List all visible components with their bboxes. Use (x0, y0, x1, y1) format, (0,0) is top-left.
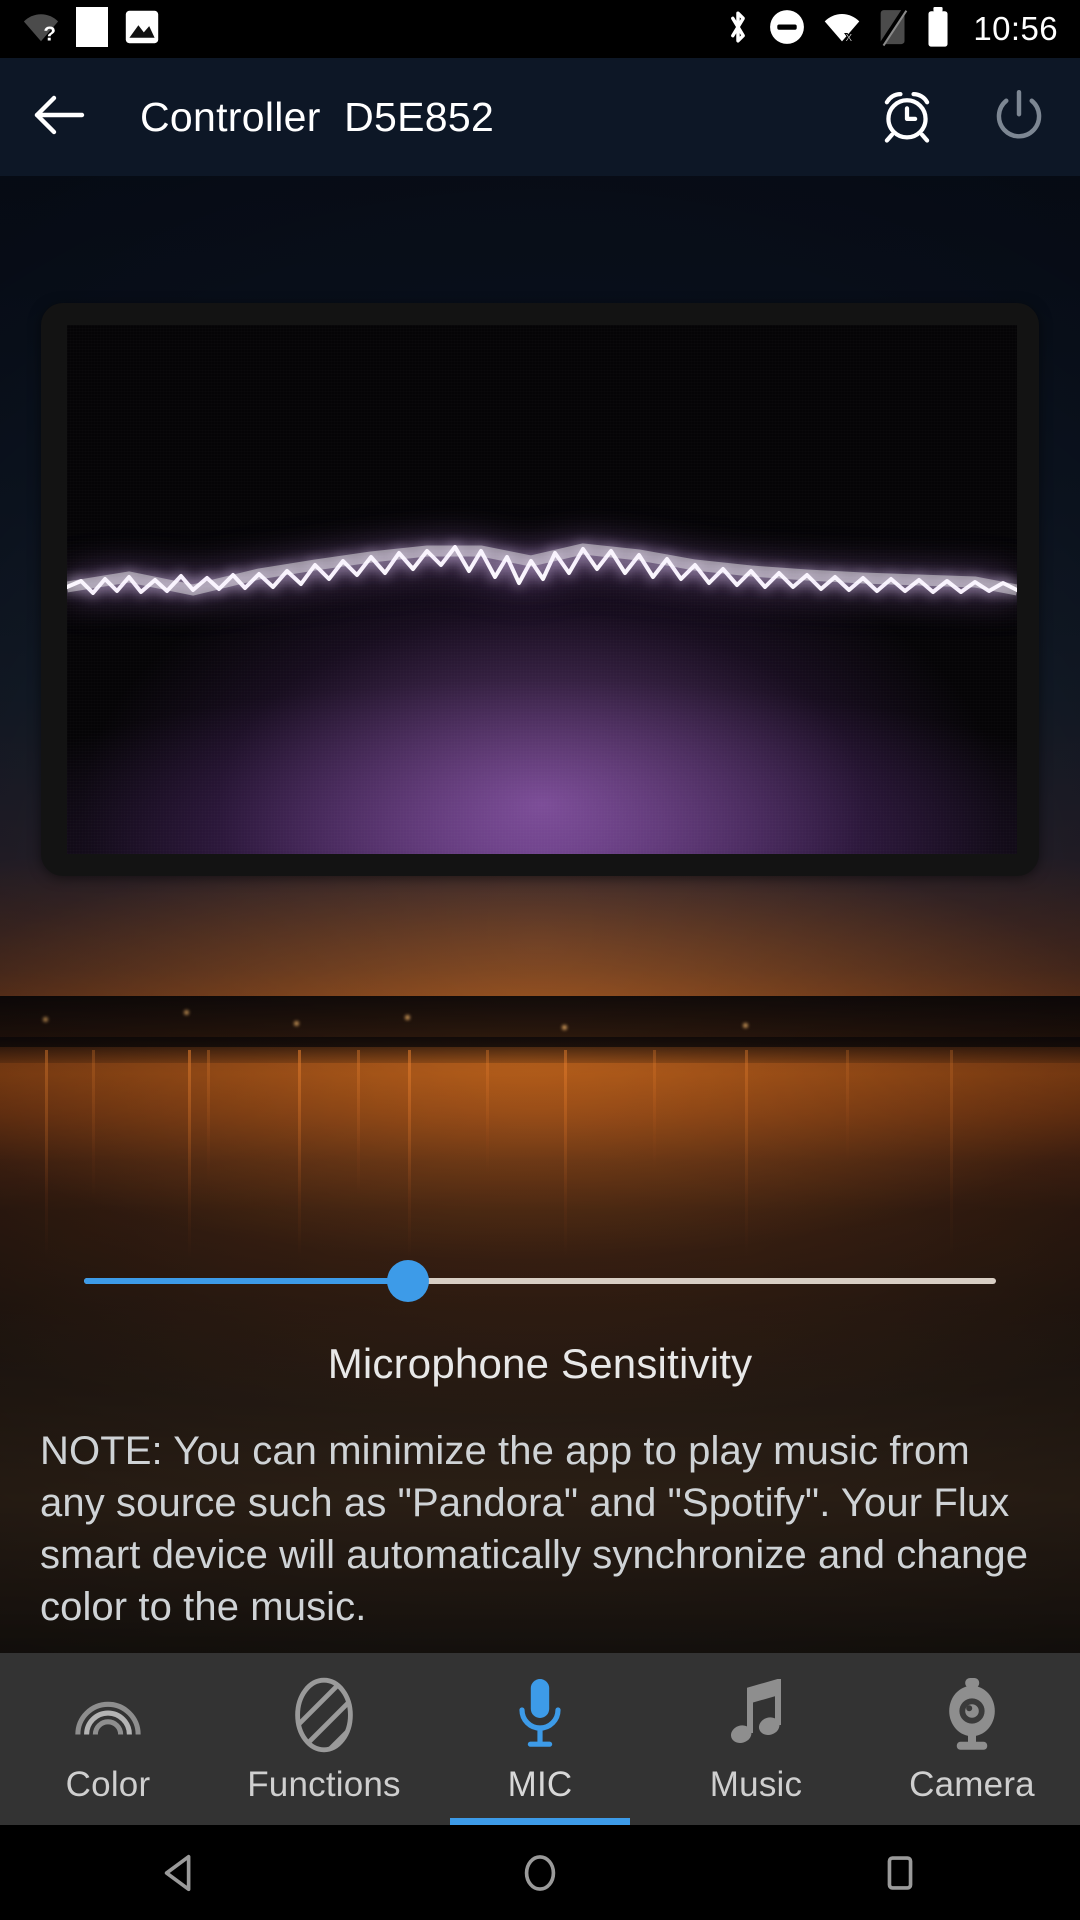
wifi-off-icon: x (822, 11, 862, 48)
note-text: NOTE: You can minimize the app to play m… (40, 1429, 1029, 1629)
do-not-disturb-icon (769, 9, 805, 50)
tab-camera[interactable]: Camera (864, 1653, 1080, 1825)
alarm-clock-icon[interactable] (878, 86, 936, 149)
audio-waveform-visualizer (67, 325, 1017, 854)
active-tab-indicator (450, 1818, 630, 1825)
battery-icon (926, 6, 950, 52)
bottom-tab-bar: Color Functions MIC Music Camera (0, 1653, 1080, 1825)
svg-text:?: ? (43, 22, 56, 43)
waveform-line (67, 543, 1017, 596)
page-title: Controller D5E852 (140, 93, 495, 140)
microphone-icon (512, 1679, 568, 1751)
tab-label: Color (65, 1765, 151, 1804)
nav-home-icon[interactable] (360, 1850, 720, 1896)
slider-fill (84, 1278, 408, 1284)
app-bar: Controller D5E852 (0, 58, 1080, 176)
slider-label: Microphone Sensitivity (327, 1340, 753, 1387)
slider-thumb[interactable] (386, 1260, 429, 1302)
android-nav-bar (0, 1825, 1080, 1920)
visualizer-card (41, 303, 1039, 876)
bluetooth-icon (724, 8, 752, 51)
tab-music[interactable]: Music (648, 1653, 864, 1825)
tab-label: Music (709, 1765, 803, 1804)
power-icon[interactable] (992, 88, 1046, 147)
svg-text:x: x (845, 29, 853, 43)
back-arrow-icon[interactable] (34, 93, 86, 142)
webcam-icon (942, 1678, 1002, 1751)
rainbow-arcs-icon (73, 1679, 143, 1751)
tab-mic[interactable]: MIC (432, 1653, 648, 1825)
microphone-sensitivity-slider[interactable] (0, 1258, 1080, 1304)
signal-off-icon (879, 7, 909, 52)
striped-oval-icon (294, 1677, 354, 1753)
tab-label: MIC (507, 1765, 573, 1804)
nav-back-icon[interactable] (0, 1850, 360, 1896)
nav-recents-icon[interactable] (720, 1850, 1080, 1896)
white-block-icon (74, 6, 110, 52)
music-note-icon (726, 1679, 786, 1751)
slider-track[interactable] (84, 1260, 996, 1302)
wifi-question-icon: ? (22, 11, 60, 48)
tab-label: Camera (909, 1765, 1035, 1804)
phone-screen: ? x 10:56 Controller D5E852 Microphone S… (0, 0, 1080, 1920)
tab-color[interactable]: Color (0, 1653, 216, 1825)
status-bar-clock: 10:56 (973, 10, 1058, 47)
tab-label: Functions (247, 1765, 401, 1804)
status-bar: ? x 10:56 (0, 0, 1080, 58)
photo-icon (124, 9, 160, 50)
tab-functions[interactable]: Functions (216, 1653, 432, 1825)
